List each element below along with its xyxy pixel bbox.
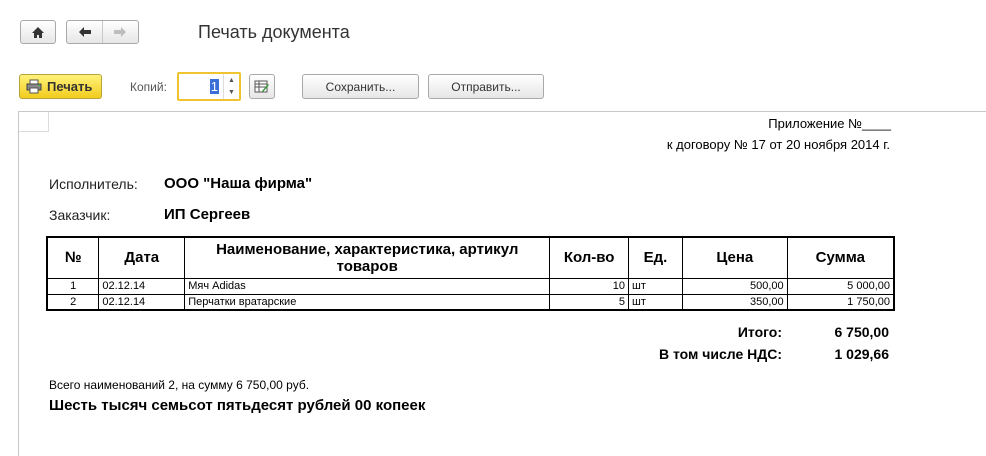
row-price: 350,00 xyxy=(681,293,788,311)
spin-down-icon[interactable]: ▼ xyxy=(224,87,239,100)
executor-value: ООО "Наша фирма" xyxy=(164,175,313,192)
header-qty: Кол-во xyxy=(549,236,630,279)
spin-up-icon[interactable]: ▲ xyxy=(224,74,239,87)
printer-icon xyxy=(26,79,42,94)
row-qty: 10 xyxy=(549,277,630,295)
summary-line: Всего наименований 2, на сумму 6 750,00 … xyxy=(49,378,310,392)
print-button[interactable]: Печать xyxy=(19,74,102,99)
edit-document-button[interactable] xyxy=(249,74,275,99)
table-header-row: № Дата Наименование, характеристика, арт… xyxy=(46,236,895,279)
executor-label: Исполнитель: xyxy=(49,176,138,192)
header-sum: Сумма xyxy=(786,236,895,279)
row-unit: шт xyxy=(628,293,683,311)
arrow-left-icon xyxy=(78,27,91,37)
header-date: Дата xyxy=(98,236,186,279)
back-button[interactable] xyxy=(67,21,102,43)
forward-button[interactable] xyxy=(103,21,138,43)
page-title: Печать документа xyxy=(198,22,350,42)
amount-in-words: Шесть тысяч семьсот пятьдесят рублей 00 … xyxy=(49,397,426,414)
row-date: 02.12.14 xyxy=(98,277,186,295)
row-name: Перчатки вратарские xyxy=(184,293,551,311)
copies-label: Копий: xyxy=(130,80,167,94)
vat-value: 1 029,66 xyxy=(834,346,890,362)
row-num: 2 xyxy=(46,293,100,311)
goods-table: № Дата Наименование, характеристика, арт… xyxy=(46,236,895,311)
row-sum: 1 750,00 xyxy=(786,293,895,311)
copies-value: 1 xyxy=(209,79,219,94)
save-button[interactable]: Сохранить... xyxy=(302,74,419,99)
customer-value: ИП Сергеев xyxy=(164,206,251,223)
row-unit: шт xyxy=(628,277,683,295)
copies-stepper[interactable]: 1 ▲ ▼ xyxy=(177,72,241,101)
row-name: Мяч Adidas xyxy=(184,277,551,295)
home-icon xyxy=(32,26,44,38)
header-price: Цена xyxy=(681,236,788,279)
table-row: 1 02.12.14 Мяч Adidas 10 шт 500,00 5 000… xyxy=(46,277,895,295)
row-price: 500,00 xyxy=(681,277,788,295)
home-button[interactable] xyxy=(20,20,56,44)
annex-line: Приложение №____ xyxy=(768,116,891,131)
row-num: 1 xyxy=(46,277,100,295)
contract-line: к договору № 17 от 20 ноября 2014 г. xyxy=(666,137,890,152)
history-nav-group xyxy=(66,20,139,44)
customer-label: Заказчик: xyxy=(49,207,111,223)
header-num: № xyxy=(46,236,100,279)
vat-label: В том числе НДС: xyxy=(658,346,782,362)
copies-input[interactable]: 1 xyxy=(179,74,223,99)
row-qty: 5 xyxy=(549,293,630,311)
table-row: 2 02.12.14 Перчатки вратарские 5 шт 350,… xyxy=(46,293,895,311)
row-date: 02.12.14 xyxy=(98,293,186,311)
total-label: Итого: xyxy=(737,324,782,340)
print-button-label: Печать xyxy=(47,79,93,94)
edit-table-icon xyxy=(254,80,269,93)
document-area[interactable]: Приложение №____ к договору № 17 от 20 н… xyxy=(18,111,986,456)
document-corner-cell xyxy=(19,112,49,132)
header-unit: Ед. xyxy=(628,236,683,279)
arrow-right-icon xyxy=(114,27,127,37)
header-name: Наименование, характеристика, артикул то… xyxy=(184,236,551,279)
row-sum: 5 000,00 xyxy=(786,277,895,295)
send-button[interactable]: Отправить... xyxy=(428,74,544,99)
copies-spin: ▲ ▼ xyxy=(223,74,239,99)
total-value: 6 750,00 xyxy=(834,324,890,340)
